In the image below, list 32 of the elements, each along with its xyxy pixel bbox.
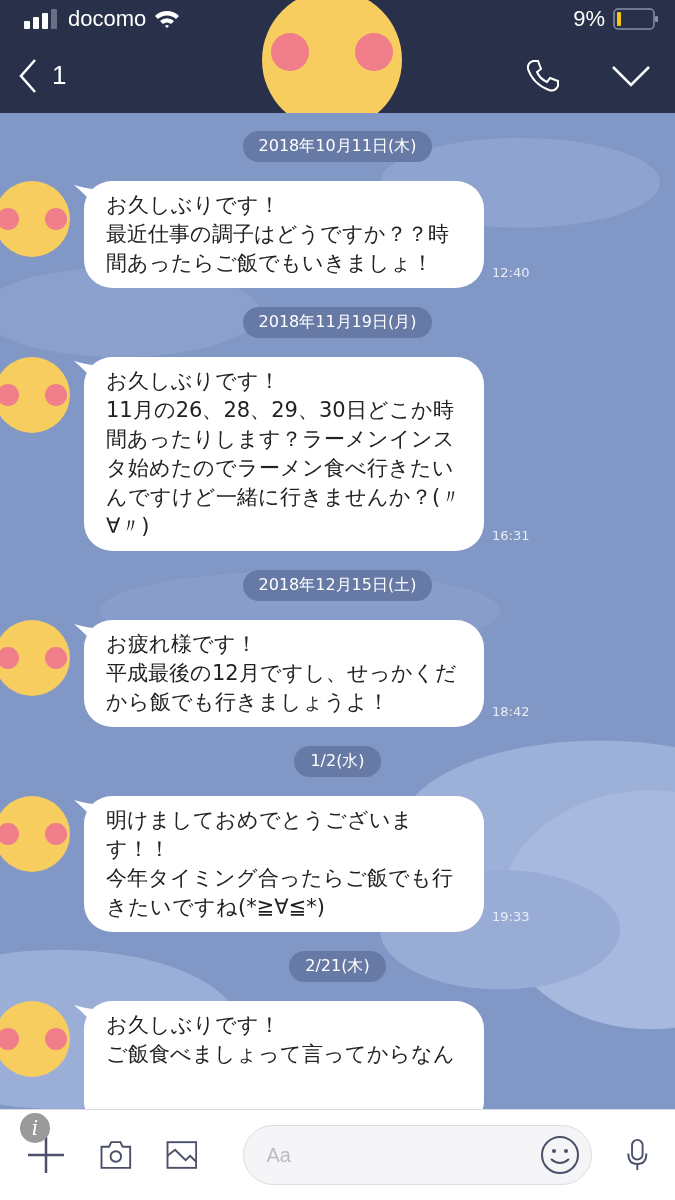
date-label: 2018年12月15日(土)	[242, 570, 433, 601]
signal-icon	[24, 9, 60, 29]
back-button[interactable]: 1	[18, 57, 67, 94]
message-text: お久しぶりです！	[106, 368, 281, 395]
message-text: 明けましておめでとうございます！！	[106, 807, 414, 863]
battery-icon	[613, 8, 659, 30]
message-time: 18:42	[492, 704, 530, 719]
message-text: お疲れ様です！	[106, 631, 258, 658]
chevron-left-icon	[18, 57, 38, 94]
info-badge: i	[20, 1113, 50, 1143]
wifi-icon	[154, 9, 181, 29]
date-label: 2018年10月11日(木)	[242, 131, 433, 162]
date-label: 1/2(水)	[294, 746, 381, 777]
phone-icon[interactable]	[525, 57, 561, 94]
message-time: 16:31	[492, 528, 530, 543]
message-text: お久しぶりです！	[106, 192, 281, 219]
message-time: 12:40	[492, 265, 530, 280]
emoji-icon[interactable]	[540, 1135, 581, 1175]
battery-percent: 9%	[573, 6, 605, 32]
message-text: 最近仕事の調子はどうですか？？時間あったらご飯でもいきましょ！	[106, 221, 450, 277]
chevron-down-icon[interactable]	[611, 63, 651, 88]
message-text: 11月の26、28、29、30日どこか時間あったりします？ラーメンインスタ始めたのでラーメン食べ行きたいんですけど一緒に行きませんか？(〃∀〃)	[106, 397, 462, 540]
message-text: お久しぶりです！	[106, 1012, 281, 1039]
message-text: 平成最後の12月ですし、せっかくだから飯でも行きましょうよ！	[106, 660, 458, 716]
message-text: ご飯食べましょって言ってからなん	[106, 1041, 456, 1068]
date-label: 2018年11月19日(月)	[242, 307, 433, 338]
message-time: 19:33	[492, 909, 530, 924]
carrier-name: docomo	[68, 6, 147, 32]
message-text: 今年タイミング合ったらご飯でも行きたいですね(*≧∀≦*)	[106, 865, 454, 921]
message-input[interactable]: Aa	[243, 1125, 593, 1185]
plus-icon[interactable]	[26, 1135, 66, 1175]
date-label: 2/21(木)	[289, 951, 386, 982]
